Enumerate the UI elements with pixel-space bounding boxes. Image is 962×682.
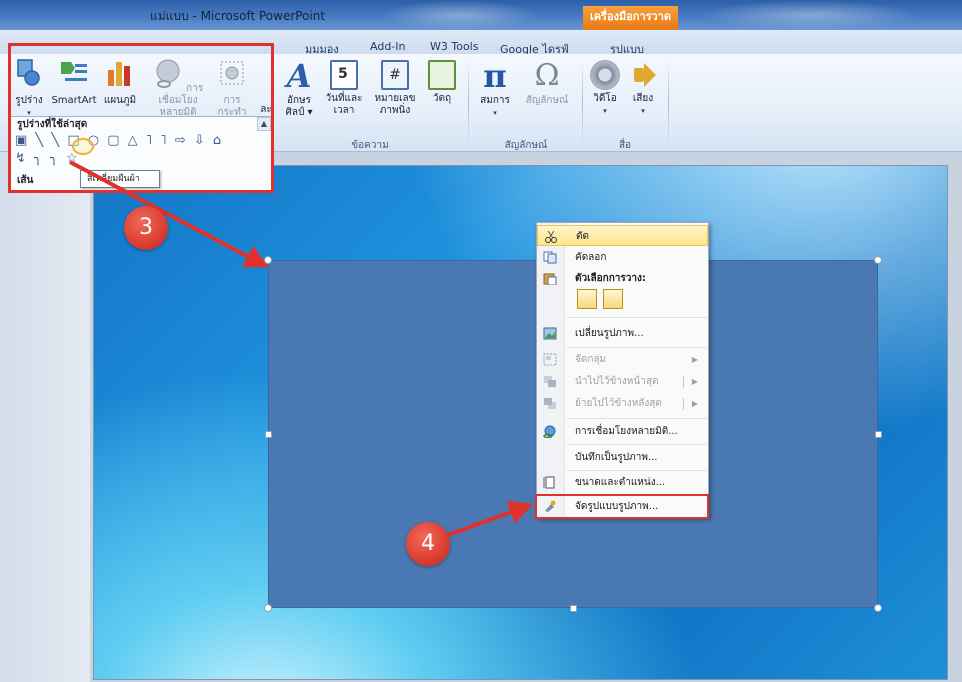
- resize-handle[interactable]: [874, 604, 882, 612]
- paste-option-picture[interactable]: [603, 289, 623, 309]
- group-separator: [468, 60, 469, 146]
- video-button[interactable]: วิดีโอ ▾: [588, 60, 622, 117]
- menu-item-cut[interactable]: ตัด: [537, 225, 708, 246]
- menu-item-change-picture[interactable]: เปลี่ยนรูปภาพ...: [537, 323, 708, 344]
- tab-addin[interactable]: Add-In: [370, 40, 405, 53]
- resize-handle[interactable]: [264, 256, 272, 264]
- menu-separator: [567, 418, 707, 419]
- annotation-box-shapes: [8, 43, 274, 193]
- resize-handle[interactable]: [570, 605, 577, 612]
- resize-handle[interactable]: [875, 431, 882, 438]
- menu-item-send-to-back[interactable]: ย้ายไปไว้ข้างหลังสุด ▶: [537, 393, 708, 414]
- menu-item-size-position[interactable]: ขนาดและตำแหน่ง...: [537, 472, 708, 493]
- wordart-button[interactable]: A อักษร ศิลป์ ▾: [280, 60, 318, 119]
- copy-icon: [543, 251, 557, 264]
- title-glow: [380, 0, 540, 30]
- slide-thumbnail-pane[interactable]: [0, 152, 90, 682]
- slide-number-icon: #: [381, 60, 409, 90]
- object-icon: [428, 60, 456, 90]
- step-4-badge: 4: [406, 522, 450, 566]
- drawing-tools-context-title: เครื่องมือการวาด: [583, 6, 678, 30]
- group-text-label: ข้อความ: [351, 140, 389, 151]
- film-reel-icon: [590, 60, 620, 90]
- hyperlink-globe-icon: [543, 425, 556, 438]
- group-separator: [582, 60, 583, 146]
- context-menu: ตัด คัดลอก ตัวเลือกการวาง: เปลี่ยนรูปภาพ…: [536, 222, 709, 518]
- menu-item-hyperlink[interactable]: การเชื่อมโยงหลายมิติ...: [537, 421, 708, 442]
- scissors-icon: [545, 230, 557, 243]
- menu-item-save-as-picture[interactable]: บันทึกเป็นรูปภาพ...: [537, 447, 708, 468]
- title-bar: แม่แบบ - Microsoft PowerPoint เครื่องมือ…: [0, 0, 962, 30]
- group-separator: [668, 60, 669, 146]
- symbol-button[interactable]: Ω สัญลักษณ์: [518, 60, 576, 107]
- resize-handle[interactable]: [264, 604, 272, 612]
- audio-button[interactable]: เสียง ▾: [626, 60, 660, 117]
- date-time-button[interactable]: 5 วันที่และ เวลา: [320, 60, 368, 117]
- annotation-box-format-picture: [535, 494, 709, 519]
- window-title: แม่แบบ - Microsoft PowerPoint: [150, 9, 326, 23]
- resize-handle[interactable]: [874, 256, 882, 264]
- menu-separator: [567, 347, 707, 348]
- paste-icon: [543, 273, 557, 285]
- size-position-icon: [543, 476, 555, 489]
- resize-handle[interactable]: [265, 431, 272, 438]
- paste-option-keep-source[interactable]: [577, 289, 597, 309]
- calendar-icon: 5: [330, 60, 358, 90]
- slide-number-button[interactable]: # หมายเลข ภาพนิ่ง: [370, 60, 420, 117]
- menu-separator: [567, 444, 707, 445]
- group-symbols-label: สัญลักษณ์: [504, 140, 548, 151]
- menu-item-bring-to-front[interactable]: นำไปไว้ข้างหน้าสุด ▶: [537, 371, 708, 392]
- tab-w3tools[interactable]: W3 Tools: [430, 40, 478, 53]
- title-glow-right: [700, 0, 920, 30]
- group-media-label: สื่อ: [618, 140, 632, 151]
- pi-icon: π: [483, 57, 507, 95]
- equation-button[interactable]: π สมการ ▾: [474, 60, 516, 119]
- menu-separator: [567, 317, 707, 318]
- step-3-badge: 3: [124, 206, 168, 250]
- menu-item-copy[interactable]: คัดลอก: [537, 247, 708, 268]
- bring-to-front-icon: [544, 376, 556, 387]
- menu-item-paste-options: ตัวเลือกการวาง:: [537, 268, 708, 289]
- wordart-icon: A: [286, 57, 312, 95]
- menu-item-group[interactable]: จัดกลุ่ม ▶: [537, 349, 708, 370]
- send-to-back-icon: [544, 398, 556, 409]
- menu-separator: [567, 470, 707, 471]
- omega-icon: Ω: [534, 58, 560, 93]
- object-button[interactable]: วัตถุ: [424, 60, 460, 105]
- speaker-icon: [628, 60, 658, 90]
- group-icon: [543, 353, 557, 366]
- change-picture-icon: [543, 327, 557, 340]
